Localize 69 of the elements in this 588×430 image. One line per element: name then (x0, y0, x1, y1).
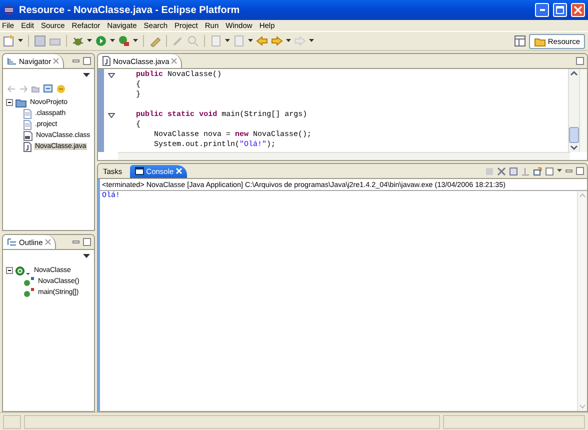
minimize-icon[interactable] (72, 238, 80, 246)
back-arrow-icon[interactable] (7, 84, 16, 92)
maximize-icon[interactable] (83, 57, 91, 65)
navigator-icon (7, 57, 17, 65)
fold-icon[interactable] (108, 112, 114, 118)
folder-icon (534, 36, 546, 46)
scroll-down-icon[interactable] (570, 145, 578, 151)
minimize-button[interactable] (535, 3, 549, 17)
scroll-lock-icon[interactable] (521, 166, 530, 176)
file-icon (23, 120, 32, 130)
maximize-icon (556, 6, 564, 14)
remove-launch-icon[interactable] (497, 166, 506, 176)
expander-icon[interactable] (6, 99, 13, 106)
method-icon (23, 276, 35, 286)
new-file-icon[interactable] (3, 35, 15, 47)
external-tools-icon[interactable] (118, 35, 130, 47)
scroll-thumb[interactable] (569, 127, 579, 143)
scrollbar[interactable] (118, 152, 570, 160)
maximize-icon[interactable] (83, 238, 91, 246)
back-arrow-icon[interactable] (256, 35, 268, 47)
pencil-icon[interactable] (149, 35, 161, 47)
scrollbar[interactable] (568, 69, 579, 152)
link-icon[interactable] (56, 84, 66, 94)
class-icon (15, 266, 31, 276)
console-icon (135, 167, 144, 175)
method-icon (23, 288, 35, 298)
bug-icon[interactable] (72, 35, 84, 47)
close-icon (574, 6, 582, 14)
maximize-button[interactable] (553, 3, 567, 17)
expander-icon[interactable] (6, 267, 13, 274)
java-file-icon (102, 56, 111, 66)
caret-icon (225, 39, 230, 43)
caret-icon (110, 39, 115, 43)
maximize-icon[interactable] (576, 167, 584, 175)
window-title: Resource - NovaClasse.java - Eclipse Platform (19, 4, 241, 16)
caret-icon (309, 39, 314, 43)
caret-icon[interactable] (557, 169, 562, 173)
close-icon[interactable] (53, 58, 60, 64)
folder-icon (15, 98, 27, 108)
close-icon[interactable] (171, 58, 178, 64)
caret-icon (133, 39, 138, 43)
open-perspective-icon[interactable] (514, 35, 526, 47)
maximize-icon[interactable] (576, 57, 584, 65)
display-console-icon[interactable] (545, 166, 554, 176)
forward-arrow-icon[interactable] (271, 35, 283, 47)
file-icon (23, 108, 32, 118)
minimize-icon[interactable] (72, 57, 80, 65)
caret-icon (18, 39, 23, 43)
save-icon[interactable] (34, 35, 46, 47)
class-file-icon (23, 130, 33, 140)
close-button[interactable] (571, 3, 585, 17)
caret-icon (286, 39, 291, 43)
up-folder-icon[interactable] (31, 84, 40, 92)
menu-caret-icon[interactable] (83, 73, 90, 78)
fold-icon[interactable] (108, 72, 114, 78)
collapse-all-icon[interactable] (43, 84, 53, 93)
minimize-icon[interactable] (565, 167, 573, 175)
run-icon[interactable] (95, 35, 107, 47)
pin-icon[interactable] (533, 166, 542, 176)
menu-caret-icon[interactable] (83, 254, 90, 259)
forward-arrow-icon[interactable] (19, 84, 28, 92)
minimize-icon (540, 9, 544, 11)
caret-icon (248, 39, 253, 43)
scroll-up-icon[interactable] (570, 70, 578, 76)
caret-icon (87, 39, 92, 43)
clear-console-icon[interactable] (509, 166, 518, 176)
outline-icon (7, 238, 17, 246)
java-file-icon (23, 142, 32, 152)
close-icon[interactable] (44, 239, 51, 245)
